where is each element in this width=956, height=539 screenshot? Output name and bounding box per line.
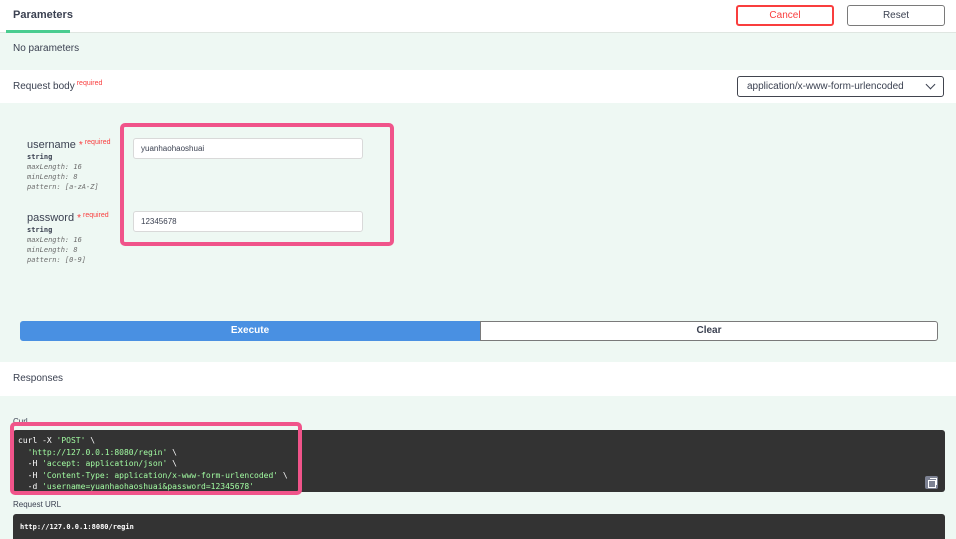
field-type: string [27,226,53,234]
field-meta: maxLength: 16 minLength: 8 pattern: [a-z… [27,162,99,192]
inputs-highlight [120,123,394,246]
cancel-button[interactable]: Cancel [736,5,834,26]
request-url: http://127.0.0.1:8080/regin [20,523,134,531]
request-url-block[interactable]: http://127.0.0.1:8080/regin [13,514,945,539]
tab-parameters[interactable]: Parameters [6,0,73,33]
request-url-label: Request URL [13,500,62,509]
required-label: required [76,80,103,87]
required-star: * [77,213,81,224]
username-field-label: username * required [27,135,111,153]
responses-title: Responses [13,373,64,384]
field-pattern: pattern: [0-9] [27,256,87,264]
content-type-value: application/x-www-form-urlencoded [747,81,904,92]
field-meta: maxLength: 16 minLength: 8 pattern: [0-9… [27,235,86,265]
request-body-label: Request body [13,81,75,92]
field-max-length: maxLength: 16 [27,236,82,244]
field-type: string [27,153,53,161]
field-pattern: pattern: [a-zA-Z] [27,183,99,191]
required-label: required [84,139,111,146]
required-label: required [82,212,109,219]
curl-highlight [10,422,302,495]
field-name: username [27,139,76,151]
request-body-title: Request body required [13,80,103,92]
password-field-label: password * required [27,208,109,226]
field-min-length: minLength: 8 [27,173,78,181]
field-min-length: minLength: 8 [27,246,78,254]
execute-button[interactable]: Execute [20,321,480,341]
copy-icon[interactable] [925,476,938,489]
required-star: * [78,140,83,151]
field-name: password [27,212,75,224]
reset-button[interactable]: Reset [847,5,945,26]
field-max-length: maxLength: 16 [27,163,82,171]
chevron-down-icon [925,79,936,90]
responses-header [0,362,956,396]
no-parameters-text: No parameters [13,43,80,54]
clear-button[interactable]: Clear [480,321,938,341]
content-type-select[interactable]: application/x-www-form-urlencoded [737,76,944,97]
